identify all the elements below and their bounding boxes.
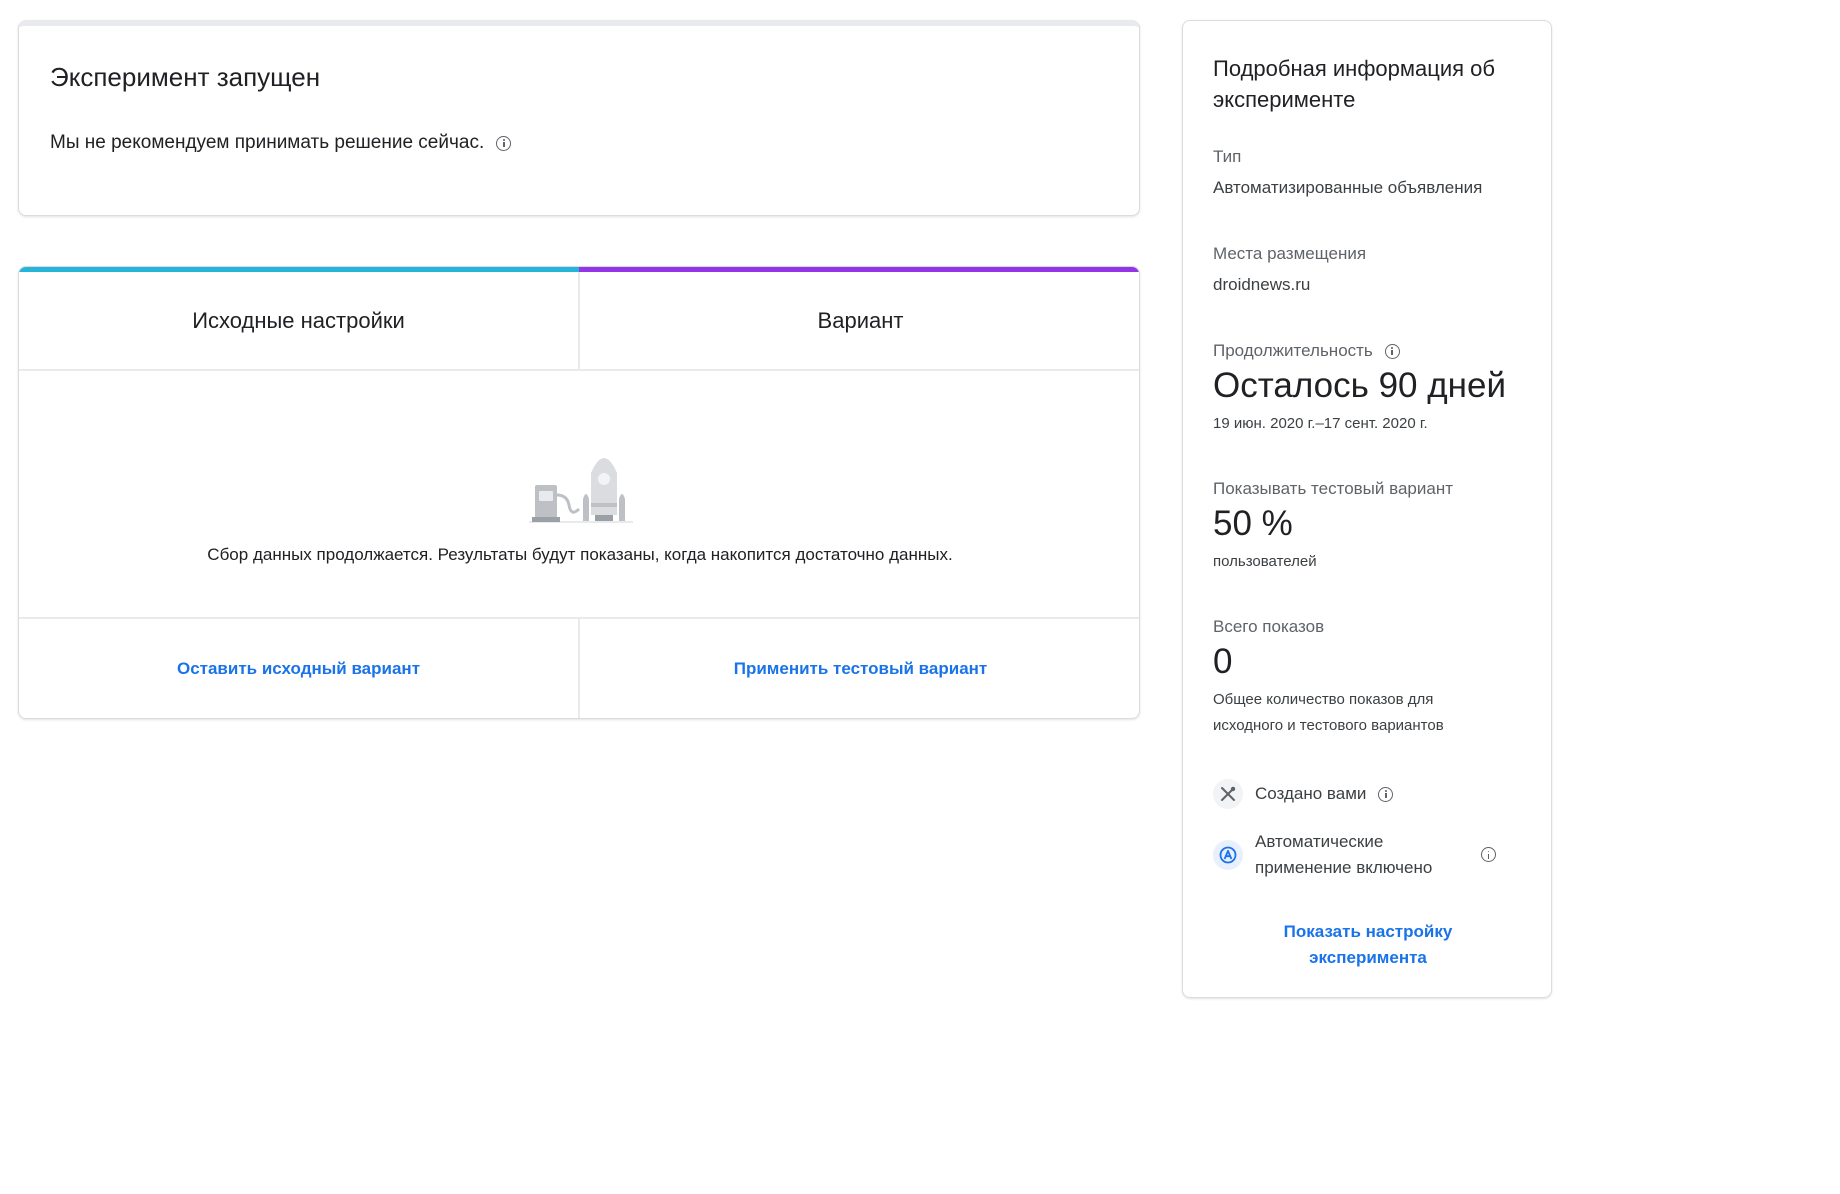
impressions-description: Общее количество показов для исходного и…: [1213, 687, 1533, 739]
rocket-launch-illustration: [529, 458, 633, 523]
apply-variant-button[interactable]: Применить тестовый вариант: [580, 619, 1139, 718]
duration-label: Продолжительность: [1213, 341, 1373, 360]
info-icon[interactable]: [1378, 786, 1394, 802]
auto-apply-text: Автоматические применение включено: [1255, 829, 1432, 881]
show-experiment-setup-link[interactable]: Показать настройку эксперимента: [1243, 919, 1493, 971]
duration-range: 19 июн. 2020 г.–17 сент. 2020 г.: [1213, 415, 1428, 432]
show-setup-line1: Показать настройку: [1283, 922, 1453, 941]
duration-value: Осталось 90 дней: [1213, 366, 1506, 405]
status-title: Эксперимент запущен: [50, 62, 321, 92]
baseline-header: Исходные настройки: [192, 307, 405, 333]
auto-apply-line2: применение включено: [1255, 858, 1433, 877]
type-value: Автоматизированные объявления: [1213, 178, 1483, 197]
show-variant-value: 50 %: [1213, 504, 1293, 543]
status-message: Мы не рекомендуем принимать решение сейч…: [50, 132, 485, 153]
comparison-card: Исходные настройки Вариант Сбор данных п…: [18, 266, 1140, 719]
placements-value: droidnews.ru: [1213, 275, 1311, 294]
impressions-description-line2: исходного и тестового вариантов: [1213, 717, 1444, 734]
created-by-text: Создано вами: [1255, 784, 1367, 803]
show-variant-unit: пользователей: [1213, 553, 1317, 570]
info-icon[interactable]: [1481, 847, 1496, 862]
status-message-row: Мы не рекомендуем принимать решение сейч…: [50, 132, 512, 154]
duration-label-row: Продолжительность: [1213, 341, 1400, 361]
header-bottom-divider: [19, 369, 1139, 371]
collecting-data-message: Сбор данных продолжается. Результаты буд…: [207, 545, 953, 564]
placements-label: Места размещения: [1213, 244, 1367, 263]
info-icon[interactable]: [1384, 343, 1400, 359]
tools-icon: [1213, 779, 1243, 809]
created-by-row: Создано вами: [1255, 781, 1394, 807]
show-setup-line2: эксперимента: [1309, 948, 1427, 967]
impressions-description-line1: Общее количество показов для: [1213, 691, 1434, 708]
auto-a-icon: [1213, 840, 1243, 870]
impressions-label: Всего показов: [1213, 617, 1325, 636]
variant-header: Вариант: [817, 307, 904, 333]
type-label: Тип: [1213, 147, 1242, 166]
info-icon[interactable]: [496, 135, 512, 151]
experiment-details-panel: Подробная информация об эксперименте Тип…: [1182, 20, 1552, 998]
show-variant-label: Показывать тестовый вариант: [1213, 479, 1453, 498]
keep-original-button[interactable]: Оставить исходный вариант: [19, 619, 578, 718]
auto-apply-line1: Автоматические: [1255, 832, 1384, 851]
impressions-value: 0: [1213, 642, 1233, 681]
status-card: Эксперимент запущен Мы не рекомендуем пр…: [18, 20, 1140, 216]
details-title: Подробная информация об эксперименте: [1213, 56, 1496, 112]
